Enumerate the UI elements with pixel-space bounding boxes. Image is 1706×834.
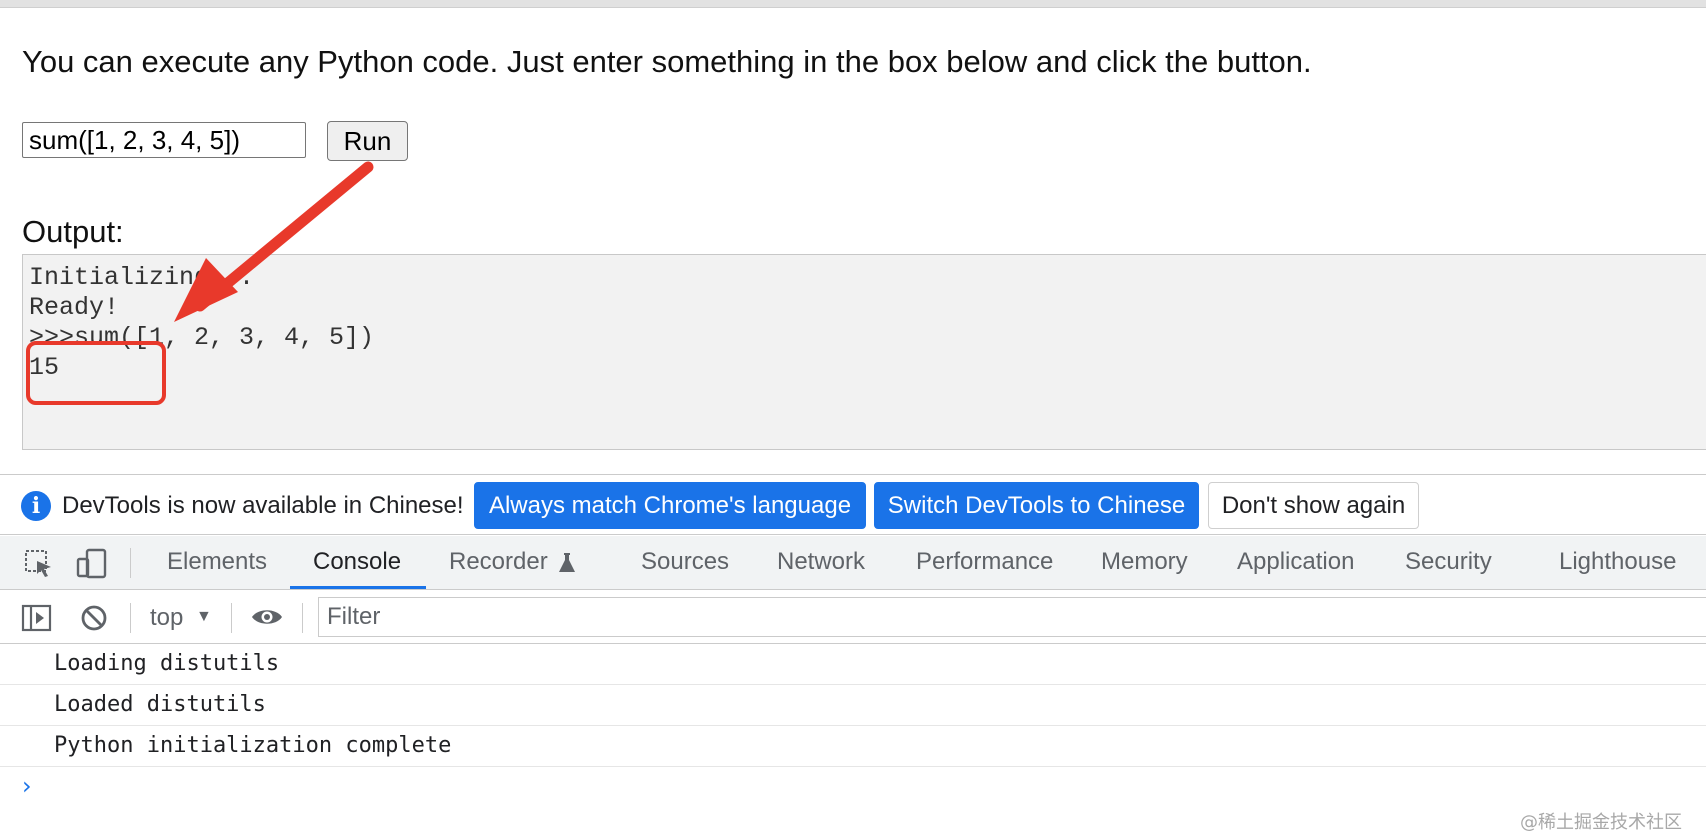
- sidebar-toggle-icon[interactable]: [21, 603, 53, 633]
- devtools-tab-bar: Elements Console Recorder Sources Networ…: [0, 536, 1706, 590]
- web-page: You can execute any Python code. Just en…: [0, 8, 1706, 472]
- output-box: Initializing... Ready! >>>sum([1, 2, 3, …: [22, 254, 1706, 450]
- console-messages: Loading distutils Loaded distutils Pytho…: [0, 644, 1706, 834]
- tab-console[interactable]: Console: [313, 548, 401, 576]
- tab-sources[interactable]: Sources: [641, 548, 729, 576]
- tab-lighthouse[interactable]: Lighthouse: [1559, 548, 1676, 576]
- device-toolbar-icon[interactable]: [76, 548, 110, 580]
- tab-network[interactable]: Network: [777, 548, 865, 576]
- output-line: Initializing...: [29, 263, 255, 292]
- tab-application[interactable]: Application: [1237, 548, 1354, 576]
- console-message: Python initialization complete: [0, 726, 1706, 767]
- toolbar-divider: [130, 548, 131, 578]
- always-match-language-button[interactable]: Always match Chrome's language: [474, 482, 866, 529]
- toolbar-divider: [302, 603, 303, 633]
- switch-devtools-chinese-button[interactable]: Switch DevTools to Chinese: [874, 482, 1199, 529]
- console-message: Loading distutils: [0, 644, 1706, 685]
- dont-show-again-button[interactable]: Don't show again: [1208, 482, 1419, 529]
- context-selector[interactable]: top: [150, 604, 183, 632]
- tab-performance[interactable]: Performance: [916, 548, 1053, 576]
- console-message-text: Loading distutils: [54, 651, 280, 676]
- python-code-input[interactable]: [22, 122, 306, 158]
- tab-memory[interactable]: Memory: [1101, 548, 1188, 576]
- toolbar-divider: [130, 603, 131, 633]
- clear-console-icon[interactable]: [80, 604, 108, 632]
- console-filter-input[interactable]: [318, 597, 1706, 637]
- intro-text: You can execute any Python code. Just en…: [22, 44, 1312, 79]
- active-tab-indicator: [290, 586, 426, 589]
- console-message-text: Loaded distutils: [54, 692, 266, 717]
- output-line: Ready!: [29, 293, 120, 322]
- tab-recorder[interactable]: Recorder: [449, 548, 548, 576]
- flask-icon: [559, 553, 575, 572]
- tab-elements[interactable]: Elements: [167, 548, 267, 576]
- infobar-message: DevTools is now available in Chinese!: [62, 492, 464, 519]
- output-line: >>>sum([1, 2, 3, 4, 5]): [29, 323, 375, 352]
- console-prompt-icon[interactable]: ›: [22, 772, 32, 800]
- browser-top-edge: [0, 0, 1706, 8]
- tab-security[interactable]: Security: [1405, 548, 1492, 576]
- chevron-down-icon[interactable]: ▼: [196, 608, 212, 626]
- devtools-language-infobar: i DevTools is now available in Chinese! …: [0, 474, 1706, 535]
- toolbar-divider: [231, 603, 232, 633]
- inspect-element-icon[interactable]: [24, 549, 54, 579]
- run-button[interactable]: Run: [327, 121, 408, 161]
- console-toolbar: top ▼: [0, 591, 1706, 644]
- output-label: Output:: [22, 214, 124, 249]
- output-line: 15: [29, 353, 60, 382]
- info-icon: i: [21, 491, 51, 521]
- watermark: @稀土掘金技术社区: [1520, 812, 1682, 833]
- console-message: Loaded distutils: [0, 685, 1706, 726]
- console-message-text: Python initialization complete: [54, 733, 452, 758]
- eye-icon[interactable]: [250, 605, 284, 629]
